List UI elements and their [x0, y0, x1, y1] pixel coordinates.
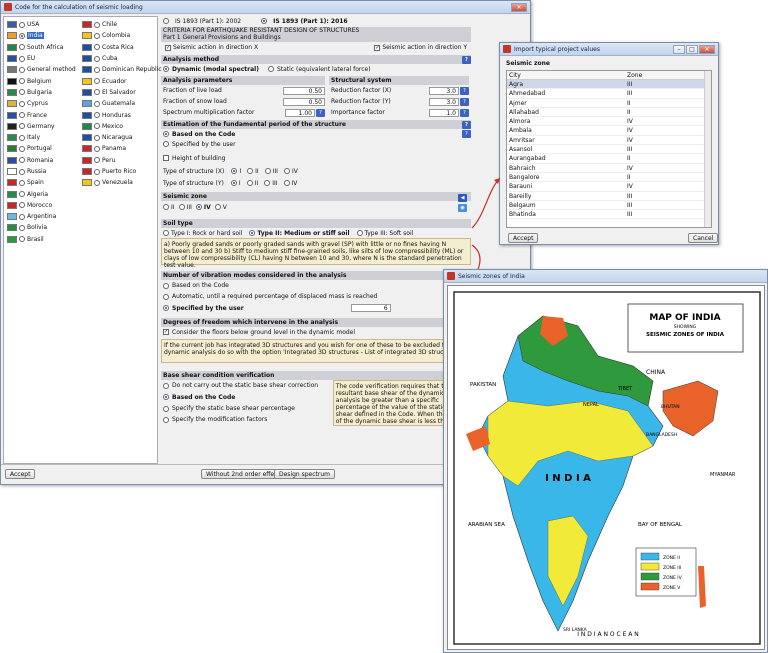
label-pakistan: PAKISTAN [470, 382, 496, 388]
legend-swatch [640, 552, 660, 561]
app-icon [447, 272, 455, 280]
label-indian-ocean: I N D I A N O C E A N [577, 631, 639, 638]
label-arabian-sea: ARABIAN SEA [468, 522, 505, 528]
map-title: MAP OF INDIA [649, 313, 720, 323]
map-showing: SHOWING [674, 324, 697, 330]
india-seismic-map: ZONE II ZONE III ZONE IV ZONE V MAP OF INDI… [447, 285, 765, 650]
label-myanmar: MYANMAR [710, 472, 736, 478]
map-subtitle: SEISMIC ZONES OF INDIA [646, 332, 725, 338]
legend-label: ZONE V [663, 585, 681, 591]
legend-swatch [640, 572, 660, 581]
label-india: I N D I A [545, 473, 591, 484]
seismic-map-window: Seismic zones of India ZONE II ZONE III ZO… [443, 269, 768, 653]
legend-swatch [640, 562, 660, 571]
label-bangladesh: BANGLADESH [646, 432, 677, 438]
map-titlebar: Seismic zones of India [444, 270, 767, 283]
label-nepal: NEPAL [583, 402, 599, 408]
map-legend: ZONE II ZONE III ZONE IV ZONE V [635, 547, 697, 597]
map-graphic: ZONE II ZONE III ZONE IV ZONE V MAP OF INDI… [453, 291, 761, 645]
label-china: CHINA [646, 369, 666, 376]
label-tibet: TIBET [617, 386, 633, 392]
map-window-title: Seismic zones of India [458, 272, 525, 280]
label-bay-of-bengal: BAY OF BENGAL [638, 522, 683, 528]
legend-label: ZONE II [663, 555, 680, 561]
legend-label: ZONE IV [663, 575, 683, 581]
label-bhutan: BHUTAN [661, 404, 680, 410]
legend-label: ZONE III [663, 565, 681, 571]
legend-swatch [640, 582, 660, 591]
